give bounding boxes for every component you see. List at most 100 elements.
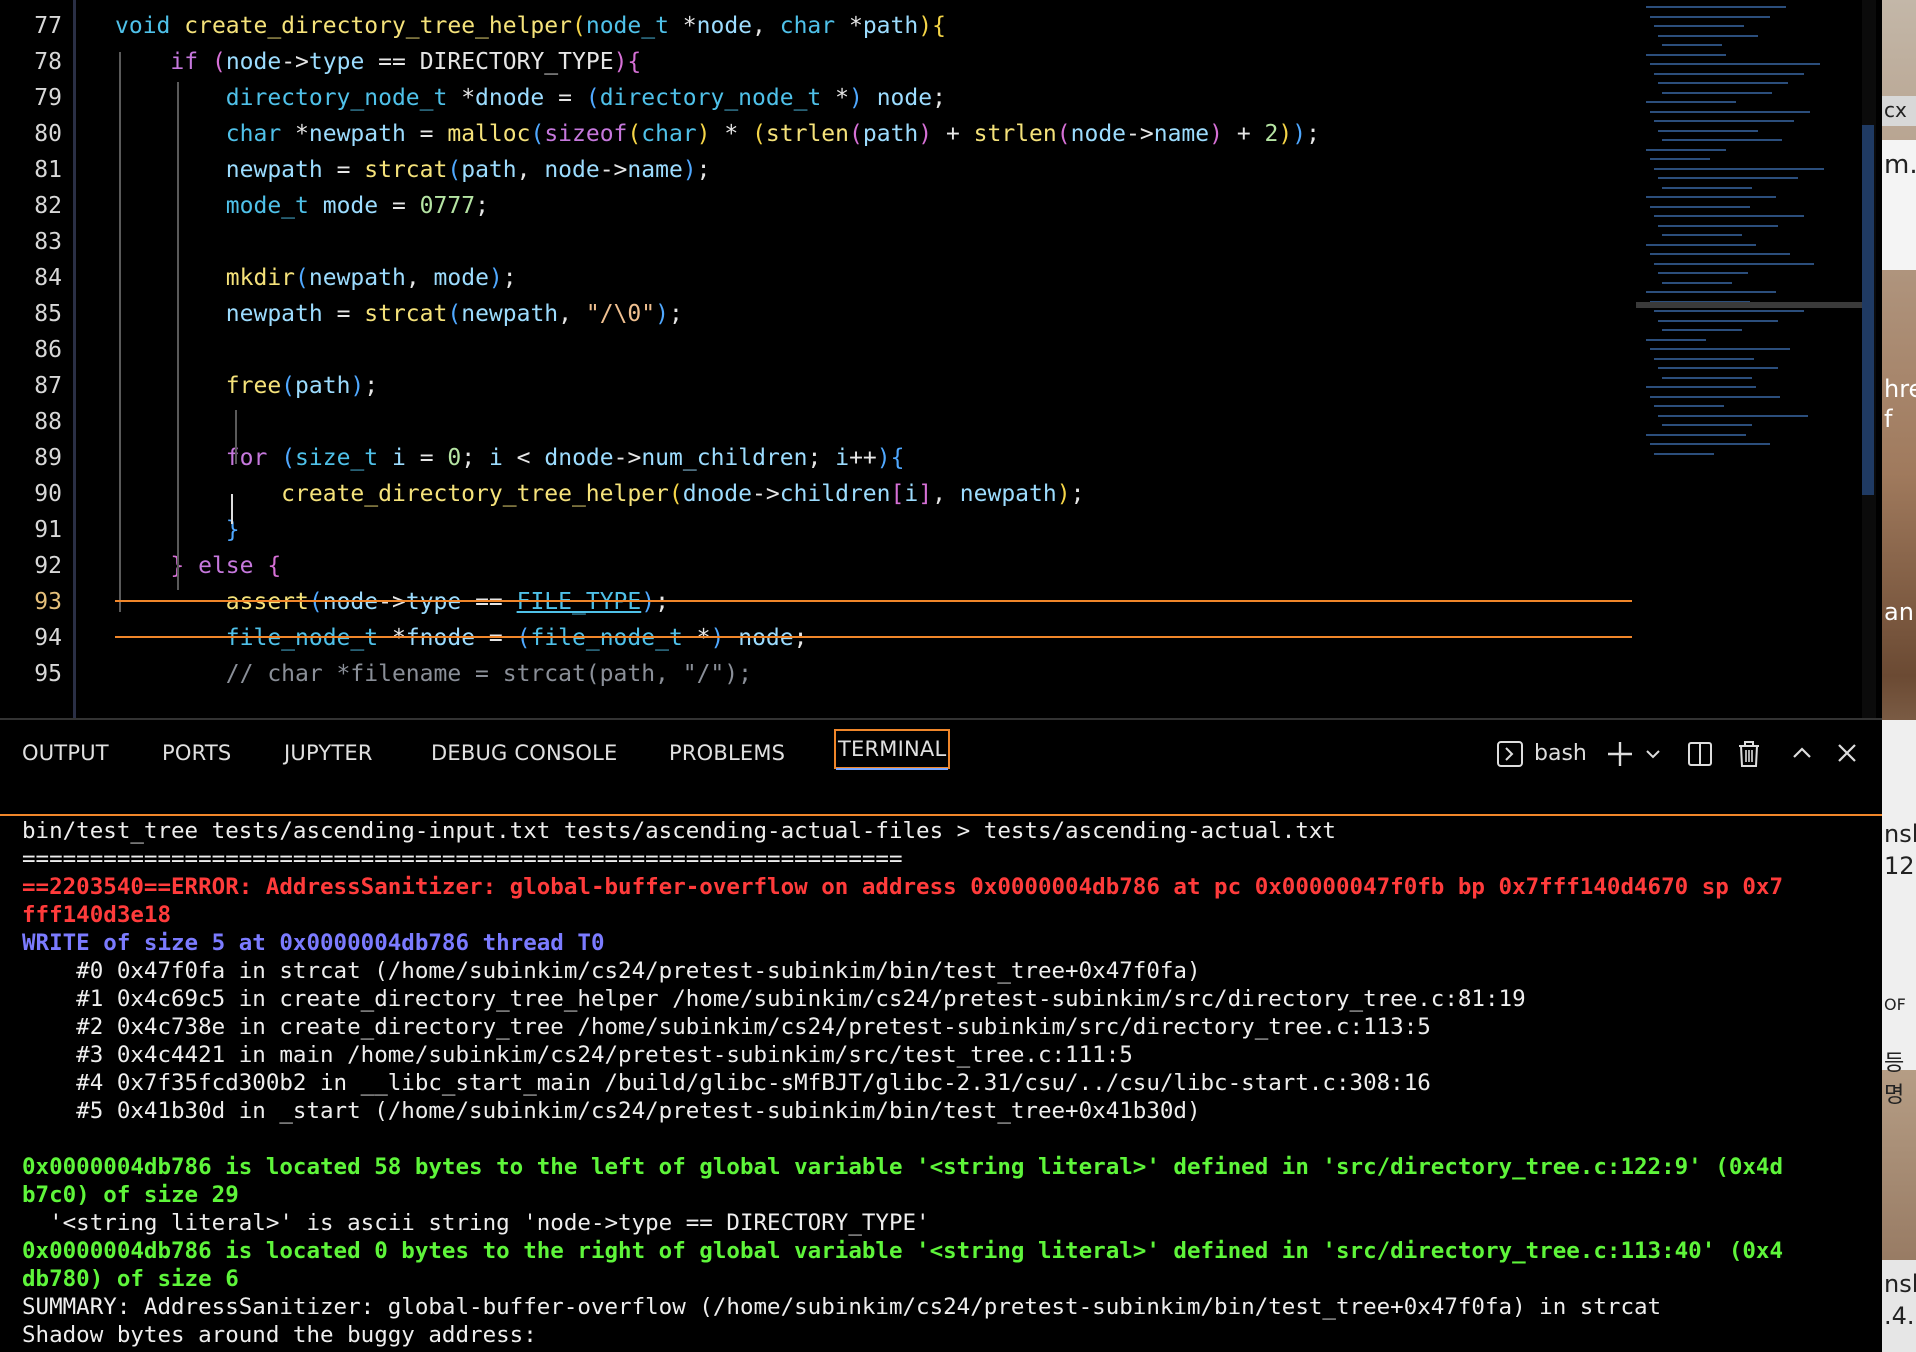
code-token: *: [447, 85, 476, 111]
code-line[interactable]: 90 create_directory_tree_helper(dnode->c…: [0, 476, 1640, 512]
code-token: mkdir: [225, 265, 296, 291]
bg-text: 12: [1884, 852, 1915, 880]
terminal-line: bin/test_tree tests/ascending-input.txt …: [22, 818, 1336, 844]
tab-ports[interactable]: PORTS: [162, 741, 231, 765]
code-line[interactable]: 87 free(path);: [0, 368, 1640, 404]
tab-terminal[interactable]: TERMINAL: [834, 729, 951, 770]
code-line[interactable]: 80 char *newpath = malloc(sizeof(char) *…: [0, 116, 1640, 152]
code-line[interactable]: 77 void create_directory_tree_helper(node…: [0, 8, 1640, 44]
code-token: ->: [752, 481, 780, 507]
code-line[interactable]: 79 directory_node_t *dnode = (directory_…: [0, 80, 1640, 116]
terminal-shell-name[interactable]: bash: [1534, 741, 1587, 766]
minimap[interactable]: [1636, 0, 1882, 718]
code-token: strcat: [364, 157, 448, 183]
split-terminal-icon[interactable]: [1686, 740, 1714, 774]
code-token: *: [710, 121, 753, 147]
new-terminal-icon[interactable]: [1606, 740, 1634, 774]
terminal-shell-icon: [1496, 740, 1524, 774]
code-token: (: [849, 121, 863, 147]
tab-output[interactable]: OUTPUT: [22, 741, 109, 765]
terminal-line: #1 0x4c69c5 in create_directory_tree_hel…: [22, 986, 1526, 1012]
code-token: {: [890, 445, 905, 471]
code-token: *: [281, 121, 309, 147]
terminal-line: '<string literal>' is ascii string 'node…: [22, 1210, 930, 1236]
background-window-strip: cx m. hre f ann nsl 12 OF 등명 nsl .4.: [1882, 0, 1916, 1352]
line-number: 87: [34, 373, 62, 399]
code-token: ;: [668, 301, 683, 327]
tab-debug-console[interactable]: DEBUG CONSOLE: [431, 741, 618, 765]
code-token: (: [668, 481, 683, 507]
line-number: 81: [34, 157, 62, 183]
code-editor[interactable]: 7677void create_directory_tree_helper(no…: [0, 0, 1882, 718]
minimap-line: [1650, 63, 1820, 65]
code-token: {: [932, 13, 946, 39]
code-token: i: [392, 445, 406, 471]
minimap-line: [1662, 44, 1722, 46]
code-token: create_directory_tree_helper: [184, 13, 572, 39]
code-token: (: [752, 121, 766, 147]
minimap-line: [1662, 234, 1742, 236]
code-token: (: [281, 445, 296, 471]
code-token: ,: [752, 13, 780, 39]
code-text: mode_t mode = 0777;: [115, 188, 489, 224]
code-token: ;: [364, 373, 379, 399]
editor-scrollbar-thumb[interactable]: [1862, 125, 1874, 495]
trash-icon[interactable]: [1736, 739, 1762, 775]
code-line[interactable]: 91 }: [0, 512, 1640, 548]
minimap-line: [1646, 386, 1756, 388]
code-line[interactable]: 85 newpath = strcat(newpath, "/\0");: [0, 296, 1640, 332]
close-panel-icon[interactable]: [1836, 742, 1858, 770]
indent-guide: [177, 510, 179, 590]
code-line[interactable]: 81 newpath = strcat(path, node->name);: [0, 152, 1640, 188]
tab-problems[interactable]: PROBLEMS: [669, 741, 785, 765]
code-token: ;: [932, 85, 946, 111]
code-token: ]: [918, 481, 933, 507]
code-token: newpath: [308, 121, 406, 147]
minimap-line: [1658, 319, 1778, 322]
tab-jupyter[interactable]: JUPYTER: [284, 741, 373, 765]
line-number: 76: [0, 0, 62, 8]
minimap-line: [1646, 291, 1776, 293]
code-token: ,: [558, 301, 586, 327]
code-text: newpath = strcat(newpath, "/\0");: [115, 296, 683, 332]
code-token: <: [502, 445, 545, 471]
code-token: ): [488, 265, 503, 291]
code-line[interactable]: 82 mode_t mode = 0777;: [0, 188, 1640, 224]
terminal-line: ==2203540==ERROR: AddressSanitizer: glob…: [22, 874, 1783, 900]
code-text: free(path);: [115, 368, 378, 404]
code-line[interactable]: 88: [0, 404, 1640, 440]
minimap-viewport[interactable]: [1636, 302, 1862, 308]
chevron-down-icon[interactable]: [1644, 744, 1662, 769]
code-token: (: [447, 157, 462, 183]
code-line[interactable]: 95 // char *filename = strcat(path, "/")…: [0, 656, 1640, 692]
code-token: ;: [1070, 481, 1085, 507]
code-token: ): [1056, 481, 1071, 507]
code-token: DIRECTORY_TYPE: [419, 49, 614, 75]
minimap-line: [1650, 253, 1790, 255]
code-token: (: [585, 85, 600, 111]
code-token: node: [225, 49, 282, 75]
line-number: 84: [34, 265, 62, 291]
code-token: dnode: [544, 445, 614, 471]
minimap-line: [1654, 215, 1804, 217]
terminal-line: Shadow bytes around the buggy address:: [22, 1322, 537, 1348]
line-number: 94: [34, 625, 62, 651]
code-token: char: [641, 121, 697, 147]
maximize-panel-icon[interactable]: [1791, 742, 1813, 770]
code-line[interactable]: 89 for (size_t i = 0; i < dnode->num_chi…: [0, 440, 1640, 476]
terminal-scrollbar[interactable]: [1866, 818, 1874, 1348]
code-line[interactable]: 92 } else {: [0, 548, 1640, 584]
code-line[interactable]: 84 mkdir(newpath, mode);: [0, 260, 1640, 296]
code-token: (: [530, 121, 545, 147]
code-line[interactable]: 83: [0, 224, 1640, 260]
minimap-line: [1654, 452, 1714, 455]
line-number: 77: [34, 13, 62, 39]
code-line[interactable]: 76: [0, 0, 1640, 8]
code-line[interactable]: 78 if (node->type == DIRECTORY_TYPE){: [0, 44, 1640, 80]
line-number: 92: [34, 553, 62, 579]
code-line[interactable]: 86: [0, 332, 1640, 368]
